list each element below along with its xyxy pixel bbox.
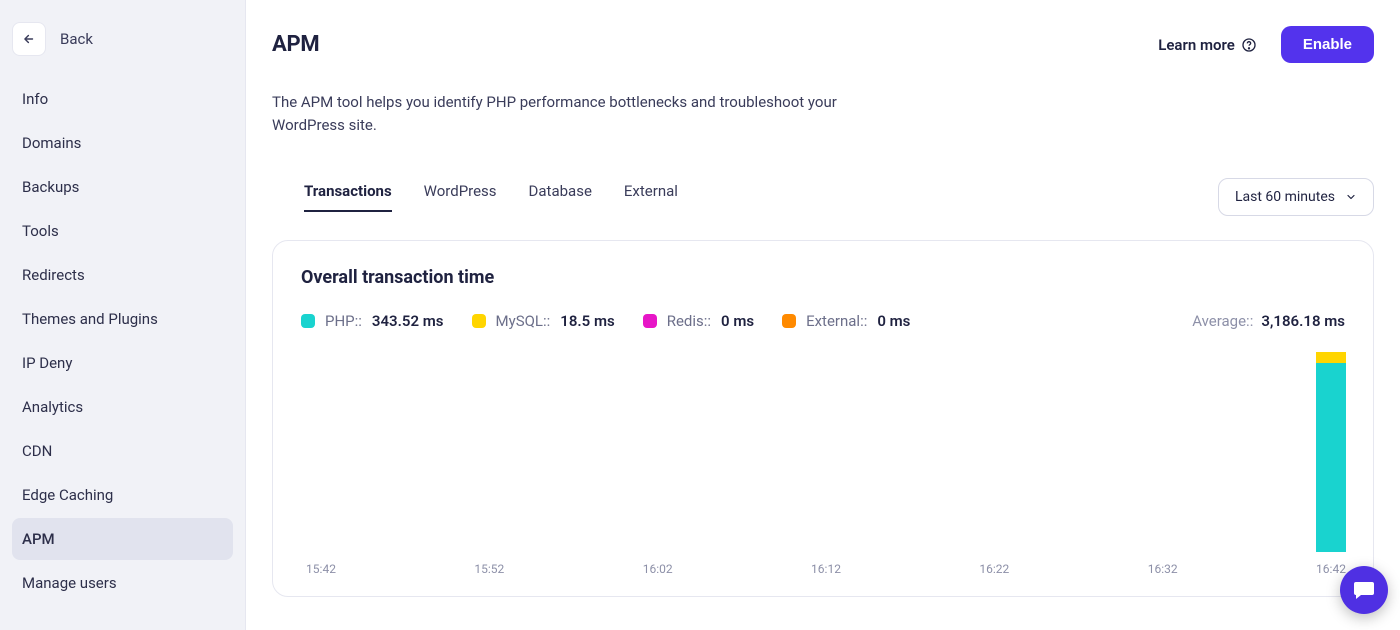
help-circle-icon xyxy=(1241,37,1257,53)
legend-item-php: PHP::343.52 ms xyxy=(301,312,444,330)
sidebar-item-redirects[interactable]: Redirects xyxy=(12,254,233,296)
main-content: APM Learn more Enable The APM tool helps… xyxy=(246,0,1400,630)
x-tick: 16:42 xyxy=(1316,562,1346,576)
legend-swatch xyxy=(472,314,486,328)
arrow-left-icon xyxy=(22,32,36,46)
legend-swatch xyxy=(782,314,796,328)
legend-swatch xyxy=(643,314,657,328)
chat-icon xyxy=(1352,578,1376,602)
learn-more-link[interactable]: Learn more xyxy=(1158,36,1257,54)
legend-swatch xyxy=(301,314,315,328)
chart-bar-segment xyxy=(1316,363,1346,552)
header-actions: Learn more Enable xyxy=(1158,26,1374,63)
legend-value: 18.5 ms xyxy=(560,312,614,330)
x-tick: 16:12 xyxy=(811,562,841,576)
sidebar-item-ip-deny[interactable]: IP Deny xyxy=(12,342,233,384)
tab-external[interactable]: External xyxy=(624,182,678,212)
sidebar-item-apm[interactable]: APM xyxy=(12,518,233,560)
sidebar-item-domains[interactable]: Domains xyxy=(12,122,233,164)
page-title: APM xyxy=(272,32,319,57)
sidebar: Back InfoDomainsBackupsToolsRedirectsThe… xyxy=(0,0,246,630)
x-tick: 15:42 xyxy=(306,562,336,576)
back-button[interactable] xyxy=(12,22,46,56)
sidebar-item-tools[interactable]: Tools xyxy=(12,210,233,252)
time-range-button[interactable]: Last 60 minutes xyxy=(1218,178,1374,216)
tab-wordpress[interactable]: WordPress xyxy=(424,182,497,212)
legend-label: Redis:: xyxy=(667,312,711,330)
learn-more-label: Learn more xyxy=(1158,36,1235,54)
sidebar-item-edge-caching[interactable]: Edge Caching xyxy=(12,474,233,516)
legend-label: External:: xyxy=(806,312,867,330)
sidebar-item-themes-and-plugins[interactable]: Themes and Plugins xyxy=(12,298,233,340)
enable-button[interactable]: Enable xyxy=(1281,26,1374,63)
legend-item-redis: Redis::0 ms xyxy=(643,312,754,330)
average-value: 3,186.18 ms xyxy=(1261,312,1345,330)
legend-row: PHP::343.52 msMySQL::18.5 msRedis::0 msE… xyxy=(301,312,1345,330)
legend-item-mysql: MySQL::18.5 ms xyxy=(472,312,615,330)
chart-bar-segment xyxy=(1316,352,1346,362)
tabs: Transactions WordPress Database External xyxy=(304,182,678,212)
card-title: Overall transaction time xyxy=(301,267,1345,288)
sidebar-nav: InfoDomainsBackupsToolsRedirectsThemes a… xyxy=(12,78,233,604)
sidebar-item-analytics[interactable]: Analytics xyxy=(12,386,233,428)
legend-value: 0 ms xyxy=(877,312,910,330)
chevron-down-icon xyxy=(1345,191,1357,203)
sidebar-item-backups[interactable]: Backups xyxy=(12,166,233,208)
legend-value: 0 ms xyxy=(721,312,754,330)
back-row: Back xyxy=(12,20,233,78)
legend-label: PHP:: xyxy=(325,312,362,330)
back-label: Back xyxy=(60,30,93,48)
sidebar-item-info[interactable]: Info xyxy=(12,78,233,120)
sidebar-item-cdn[interactable]: CDN xyxy=(12,430,233,472)
chat-widget-button[interactable] xyxy=(1340,566,1388,614)
x-tick: 16:02 xyxy=(643,562,673,576)
transaction-chart xyxy=(301,352,1345,552)
average-stat: Average:: 3,186.18 ms xyxy=(1192,312,1345,330)
x-tick: 15:52 xyxy=(474,562,504,576)
tabs-row: Transactions WordPress Database External La… xyxy=(272,178,1374,216)
page-description: The APM tool helps you identify PHP perf… xyxy=(272,91,842,138)
transaction-card: Overall transaction time PHP::343.52 ms M… xyxy=(272,240,1374,597)
chart-bar xyxy=(1316,352,1346,551)
legend-item-external: External::0 ms xyxy=(782,312,910,330)
legend-label: MySQL:: xyxy=(496,312,551,330)
legend-value: 343.52 ms xyxy=(372,312,444,330)
average-label: Average:: xyxy=(1192,312,1253,330)
page-header: APM Learn more Enable xyxy=(272,26,1374,63)
sidebar-item-manage-users[interactable]: Manage users xyxy=(12,562,233,604)
chart-x-axis: 15:42 15:52 16:02 16:12 16:22 16:32 16:42 xyxy=(301,560,1345,578)
x-tick: 16:22 xyxy=(979,562,1009,576)
tab-transactions[interactable]: Transactions xyxy=(304,182,392,212)
x-tick: 16:32 xyxy=(1148,562,1178,576)
time-range-label: Last 60 minutes xyxy=(1235,189,1335,205)
tab-database[interactable]: Database xyxy=(529,182,592,212)
